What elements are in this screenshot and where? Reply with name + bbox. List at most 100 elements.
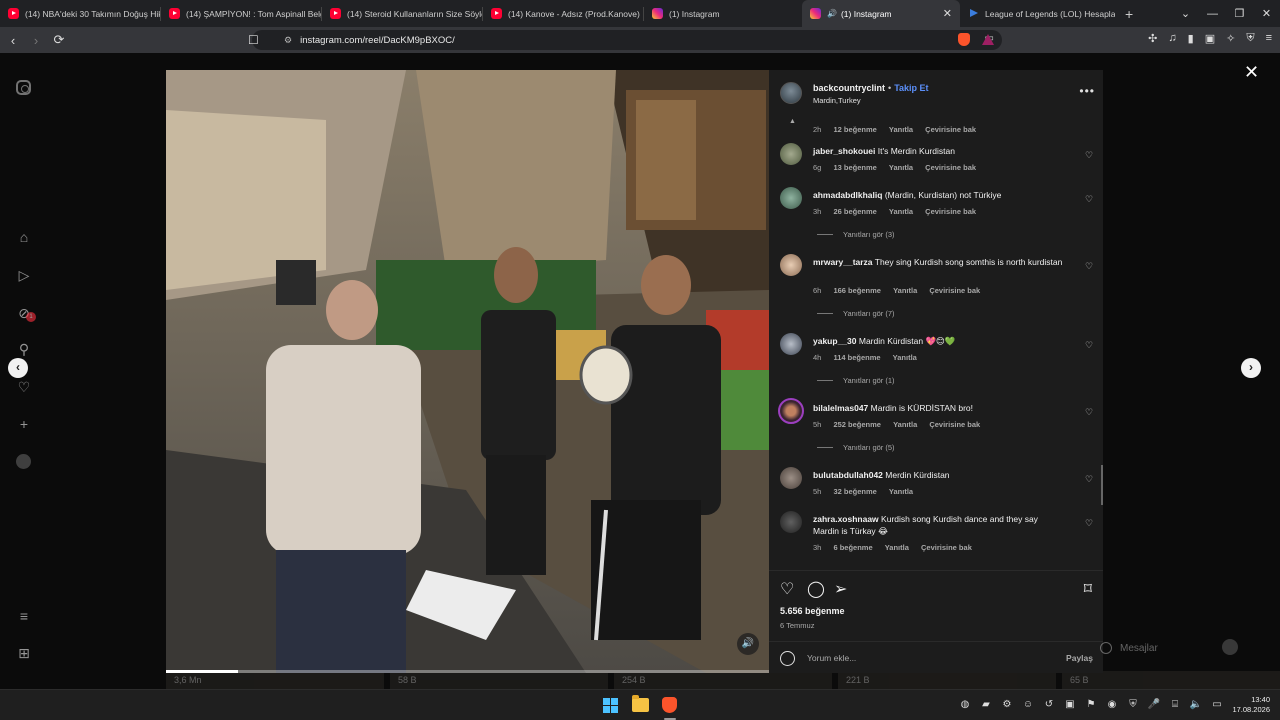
reply-button[interactable]: Yanıtla [893, 286, 917, 295]
reply-button[interactable]: Yanıtla [889, 125, 913, 134]
like-comment-icon[interactable]: ♡ [1085, 475, 1094, 484]
next-icon[interactable]: › [1241, 358, 1261, 378]
like-comment-icon[interactable]: ♡ [1085, 262, 1094, 271]
app-tray-icon[interactable]: ⚑ [1084, 699, 1098, 710]
author-username[interactable]: backcountryclint [813, 83, 885, 93]
comment-avatar[interactable] [780, 143, 802, 165]
heart-nav-icon[interactable]: ♡ [16, 379, 32, 395]
view-replies-button[interactable]: Yanıtları gör (1) [817, 376, 895, 385]
browser-tab[interactable]: (1) Instagram [644, 0, 802, 27]
back-icon[interactable]: ‹ [3, 33, 23, 48]
discord-icon[interactable]: ☺ [1021, 699, 1035, 710]
close-icon[interactable]: ✕ [1244, 63, 1259, 81]
save-icon[interactable]: ⌑ [1084, 579, 1092, 599]
previous-icon[interactable]: ‹ [8, 358, 28, 378]
tab-list-icon[interactable]: ⌄ [1172, 7, 1199, 20]
menu-icon[interactable]: ≡ [1266, 32, 1272, 45]
post-likes[interactable]: 5.656 beğenme [780, 606, 845, 616]
windows-start-icon[interactable] [603, 698, 618, 713]
view-replies-label[interactable]: Yanıtları gör (5) [843, 443, 895, 452]
comment-likes[interactable]: 114 beğenme [833, 353, 880, 362]
comment-avatar[interactable] [780, 187, 802, 209]
speaker-icon[interactable]: 🔊 [827, 9, 837, 18]
view-replies-label[interactable]: Yanıtları gör (1) [843, 376, 895, 385]
translate-button[interactable]: Çevirisine bak [921, 543, 972, 552]
brave-rewards-icon[interactable] [982, 34, 994, 45]
new-tab-button[interactable]: + [1125, 6, 1133, 22]
share-icon[interactable]: ➢ [834, 579, 847, 599]
comments-scrollbar[interactable] [1101, 465, 1103, 505]
app-tray-icon[interactable]: ◉ [1105, 699, 1119, 710]
comment-likes[interactable]: 26 beğenme [833, 207, 876, 216]
browser-tab[interactable]: (14) NBA'deki 30 Takımın Doğuş Hik [0, 0, 160, 27]
post-location[interactable]: Mardin,Turkey [813, 96, 861, 105]
like-comment-icon[interactable]: ♡ [1085, 151, 1094, 160]
profile-icon[interactable] [16, 454, 32, 470]
vpn-icon[interactable]: ⛨ [1246, 32, 1254, 45]
search-icon[interactable]: ⚲ [16, 341, 32, 357]
security-icon[interactable]: ⛨ [1126, 699, 1140, 710]
comment-likes[interactable]: 32 beğenme [833, 487, 876, 496]
translate-button[interactable]: Çevirisine bak [929, 286, 980, 295]
view-replies-label[interactable]: Yanıtları gör (7) [843, 309, 895, 318]
brave-browser-icon[interactable] [662, 697, 677, 713]
like-comment-icon[interactable]: ♡ [1085, 519, 1094, 528]
comment-username[interactable]: jaber_shokouei [813, 146, 875, 156]
site-settings-icon[interactable]: ⚙ [284, 35, 292, 46]
comment-avatar[interactable] [780, 467, 802, 489]
bookmark-icon[interactable]: ☐ [248, 33, 259, 47]
author-avatar[interactable] [780, 82, 802, 104]
steam-icon[interactable]: ⚙ [1000, 699, 1014, 710]
more-menu-icon[interactable]: ≡ [16, 608, 32, 624]
restore-icon[interactable]: ❐ [1226, 7, 1253, 20]
like-comment-icon[interactable]: ♡ [1085, 195, 1094, 204]
translate-button[interactable]: Çevirisine bak [925, 163, 976, 172]
minimize-icon[interactable]: — [1199, 8, 1226, 20]
reload-icon[interactable]: ⟳ [49, 32, 69, 48]
comment-username[interactable]: ahmadabdlkhaliq [813, 190, 882, 200]
volume-tray-icon[interactable]: 🔈 [1189, 699, 1203, 710]
emoji-icon[interactable] [780, 651, 795, 666]
reel-video[interactable]: 🔊 [166, 70, 769, 673]
comment-likes[interactable]: 13 beğenme [833, 163, 876, 172]
comment-likes[interactable]: 6 beğenme [833, 543, 872, 552]
media-icon[interactable]: ♫ [1168, 32, 1176, 45]
comment-username[interactable]: yakup__30 [813, 336, 856, 346]
comment-username[interactable]: bulutabdullah042 [813, 470, 883, 480]
comment-username[interactable]: mrwary__tarza [813, 257, 873, 267]
wallet-icon[interactable]: ▣ [1205, 32, 1215, 45]
comment-likes[interactable]: 166 beğenme [833, 286, 881, 295]
app-tray-icon[interactable]: ◍ [958, 699, 972, 710]
browser-tab[interactable]: (14) Steroid Kullananların Size Söyle [322, 0, 482, 27]
messages-button[interactable]: Mesajlar [1100, 635, 1240, 661]
comment-avatar[interactable] [778, 398, 804, 424]
translate-button[interactable]: Çevirisine bak [929, 420, 980, 429]
view-replies-button[interactable]: Yanıtları gör (3) [817, 230, 895, 239]
reply-button[interactable]: Yanıtla [889, 487, 913, 496]
reply-button[interactable]: Yanıtla [893, 420, 917, 429]
instagram-logo-icon[interactable] [16, 80, 32, 96]
app-tray-icon[interactable]: ▣ [1063, 699, 1077, 710]
sync-icon[interactable]: ↺ [1042, 699, 1056, 710]
like-icon[interactable]: ♡ [780, 579, 794, 599]
battery-icon[interactable]: ▭ [1210, 699, 1224, 710]
reels-icon[interactable]: ▷ [16, 267, 32, 283]
browser-tab[interactable]: (14) ŞAMPİYON! : Tom Aspinall Belg [161, 0, 321, 27]
clock[interactable]: 13:40 17.08.2026 [1226, 695, 1270, 715]
extensions-icon[interactable]: ✣ [1148, 32, 1157, 45]
view-replies-button[interactable]: Yanıtları gör (7) [817, 309, 895, 318]
brave-shields-icon[interactable] [958, 33, 970, 46]
comment-likes[interactable]: 12 beğenme [833, 125, 876, 134]
reply-button[interactable]: Yanıtla [889, 163, 913, 172]
browser-tab-active[interactable]: 🔊 (1) Instagram ✕ [802, 0, 960, 27]
create-icon[interactable]: + [16, 416, 32, 432]
translate-button[interactable]: Çevirisine bak [925, 207, 976, 216]
view-replies-label[interactable]: Yanıtları gör (3) [843, 230, 895, 239]
close-tab-icon[interactable]: ✕ [937, 7, 952, 20]
browser-tab[interactable]: League of Legends (LOL) Hesapları [960, 0, 1115, 27]
like-comment-icon[interactable]: ♡ [1085, 341, 1094, 350]
comment-input[interactable]: Yorum ekle... [807, 653, 856, 663]
home-icon[interactable]: ⌂ [16, 229, 32, 245]
sidebar-icon[interactable]: ▮ [1188, 32, 1194, 45]
view-replies-button[interactable]: Yanıtları gör (5) [817, 443, 895, 452]
